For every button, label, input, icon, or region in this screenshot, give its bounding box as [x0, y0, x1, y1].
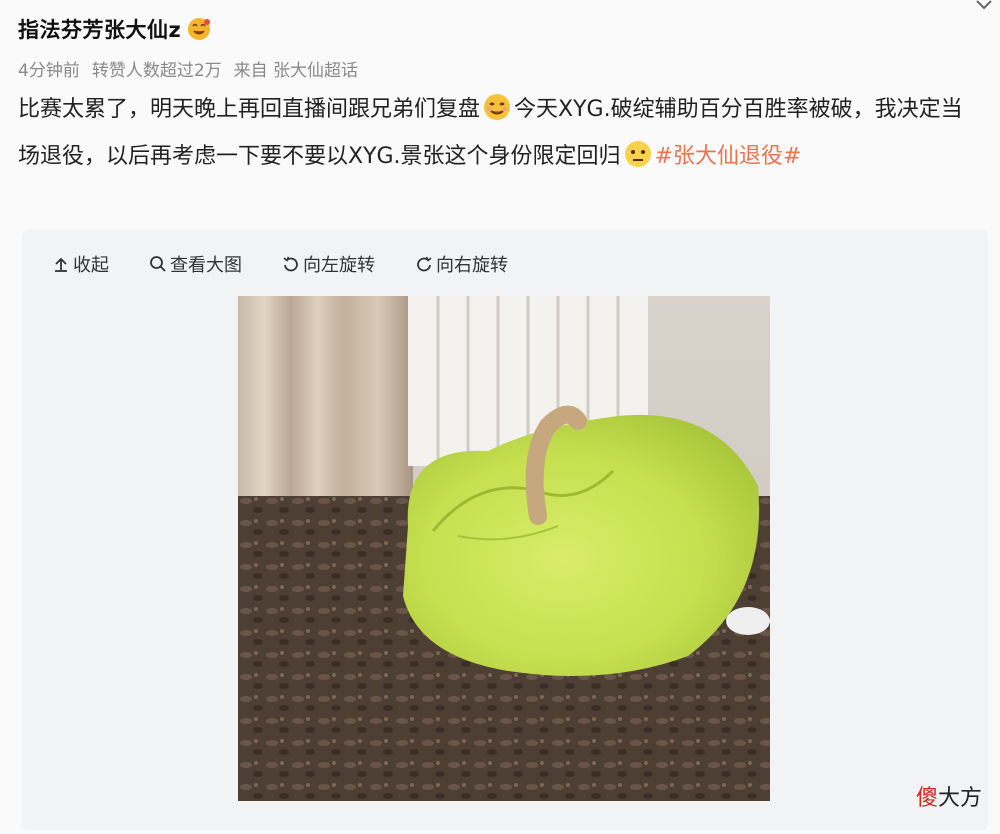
- verified-emoji-icon: [188, 18, 211, 40]
- rotate-left-icon: [283, 256, 298, 272]
- collapse-button[interactable]: 收起: [52, 251, 109, 277]
- rotate-left-button[interactable]: 向左旋转: [282, 251, 375, 277]
- view-large-label: 查看大图: [170, 255, 242, 276]
- rotate-left-label: 向左旋转: [303, 255, 375, 276]
- doubt-emoji-icon: [624, 141, 651, 167]
- collapse-icon: [55, 257, 67, 272]
- post-photo[interactable]: [238, 296, 770, 801]
- post-header: 指法芬芳张大仙z: [18, 12, 211, 46]
- watermark-first: 傻: [915, 786, 938, 811]
- watermark: 傻大方: [916, 780, 982, 812]
- weibo-post-card: 指法芬芳张大仙z 4分钟前 转赞人数超过2万 来自 张大仙超话 比赛太累了，明天…: [0, 0, 1000, 834]
- chevron-down-icon[interactable]: [976, 0, 992, 10]
- source-link[interactable]: 张大仙超话: [273, 61, 358, 81]
- rotate-right-label: 向右旋转: [436, 255, 508, 276]
- username[interactable]: 指法芬芳张大仙z: [18, 14, 181, 44]
- post-text-part1: 比赛太累了，明天晚上再回直播间跟兄弟们复盘: [18, 97, 481, 122]
- watermark-rest: 大方: [937, 786, 982, 811]
- topic-link[interactable]: #张大仙退役#: [655, 144, 802, 169]
- post-time[interactable]: 4分钟前: [18, 56, 80, 81]
- magnifier-icon: [150, 256, 166, 272]
- collapse-label: 收起: [73, 255, 109, 276]
- rotate-right-button[interactable]: 向右旋转: [415, 251, 508, 277]
- view-large-button[interactable]: 查看大图: [149, 251, 242, 277]
- image-toolbar: 收起 查看大图 向左旋转 向右旋转: [52, 248, 508, 280]
- source-prefix: 来自: [233, 61, 268, 81]
- rotate-right-icon: [417, 256, 432, 272]
- post-meta: 4分钟前 转赞人数超过2万 来自 张大仙超话: [18, 56, 358, 81]
- smirk-emoji-icon: [484, 94, 511, 120]
- post-body: 比赛太累了，明天晚上再回直播间跟兄弟们复盘 今天XYG.破绽辅助百分百胜率被破，…: [18, 86, 983, 180]
- repost-count: 转赞人数超过2万: [91, 61, 222, 81]
